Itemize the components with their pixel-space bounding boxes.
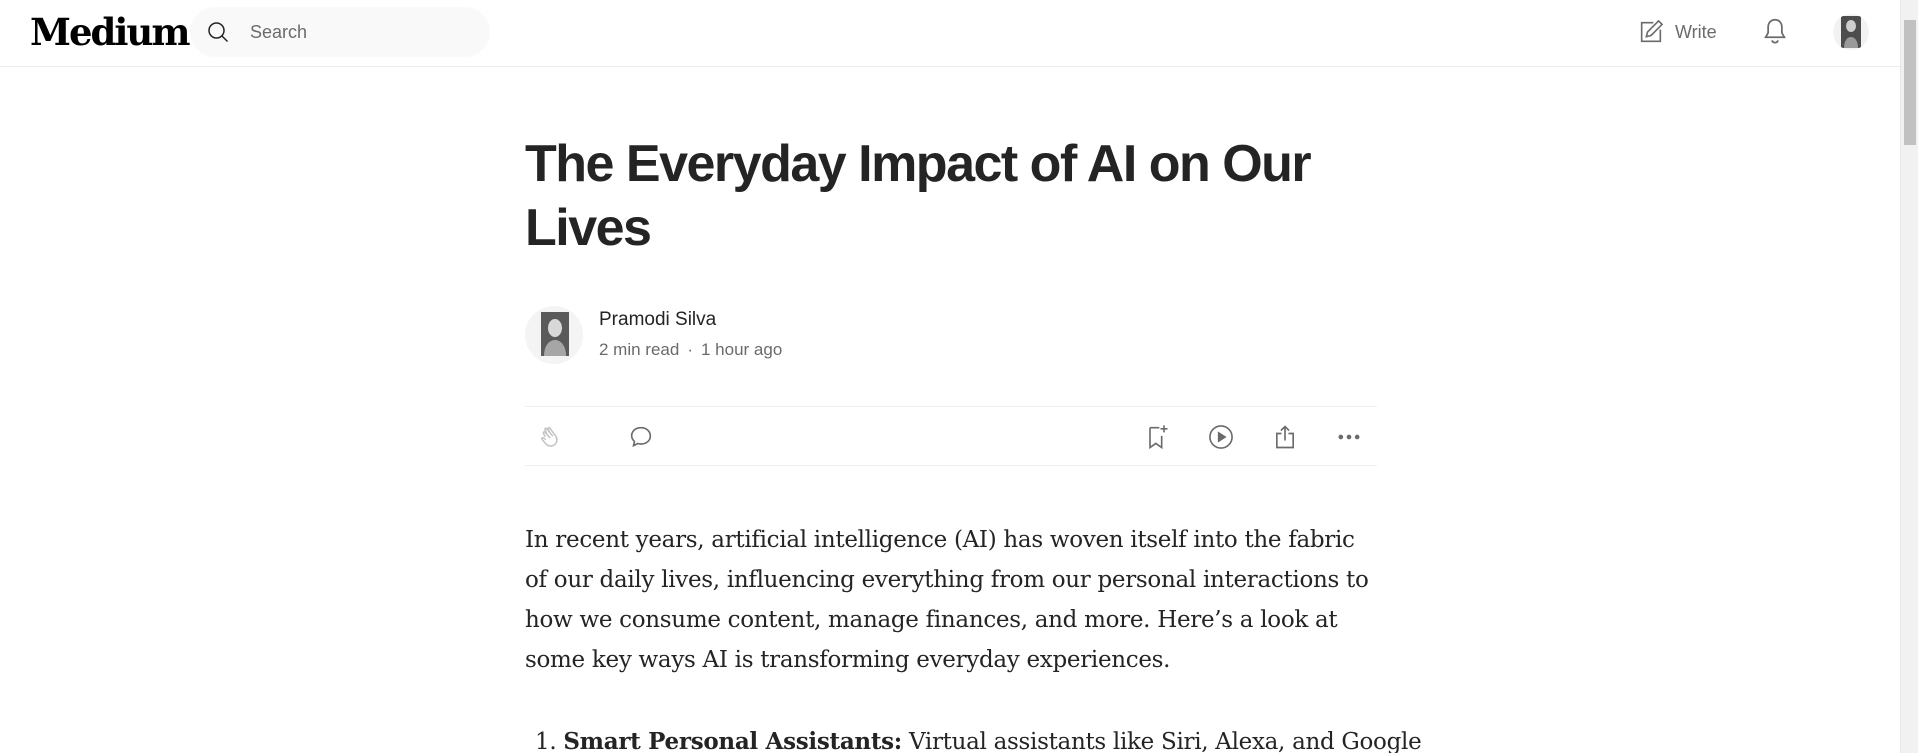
user-avatar[interactable] — [1833, 14, 1869, 50]
author-avatar[interactable] — [525, 306, 583, 364]
top-navigation-bar: Medium Search Write — [0, 0, 1900, 67]
list-item-heading: Smart Personal Assistants: — [563, 728, 903, 753]
list-item-number: 1. — [535, 729, 557, 753]
comment-icon[interactable] — [627, 423, 655, 451]
meta-separator: · — [687, 340, 693, 359]
article-intro-paragraph: In recent years, artificial intelligence… — [525, 527, 1369, 673]
notifications-bell-icon[interactable] — [1760, 16, 1790, 46]
more-icon[interactable] — [1335, 423, 1363, 451]
article-title: The Everyday Impact of AI on Our Lives — [525, 135, 1312, 257]
list-item: 1. Smart Personal Assistants: Virtual as… — [535, 722, 1422, 753]
list-item-text: Virtual assistants like Siri, Alexa, and… — [909, 729, 1422, 753]
clap-icon[interactable] — [537, 423, 565, 451]
author-name[interactable]: Pramodi Silva — [599, 308, 716, 332]
search-box[interactable]: Search — [190, 7, 490, 57]
user-portrait-icon — [1841, 16, 1861, 48]
listen-icon[interactable] — [1207, 423, 1235, 451]
medium-logo[interactable]: Medium — [30, 10, 190, 54]
write-button[interactable]: Write — [1637, 14, 1717, 50]
scrollbar-thumb[interactable] — [1904, 20, 1916, 145]
author-portrait-icon — [541, 312, 569, 356]
write-icon — [1640, 19, 1664, 43]
read-time: 2 min read — [599, 340, 680, 359]
bookmark-icon[interactable] — [1143, 423, 1171, 451]
published-time: 1 hour ago — [701, 340, 783, 359]
article-action-bar — [525, 406, 1377, 466]
page-scrollbar[interactable] — [1900, 0, 1918, 753]
search-input[interactable]: Search — [250, 22, 307, 42]
article-meta: 2 min read · 1 hour ago — [599, 338, 782, 362]
share-icon[interactable] — [1271, 423, 1299, 451]
write-label: Write — [1675, 21, 1717, 42]
search-icon — [208, 22, 229, 43]
